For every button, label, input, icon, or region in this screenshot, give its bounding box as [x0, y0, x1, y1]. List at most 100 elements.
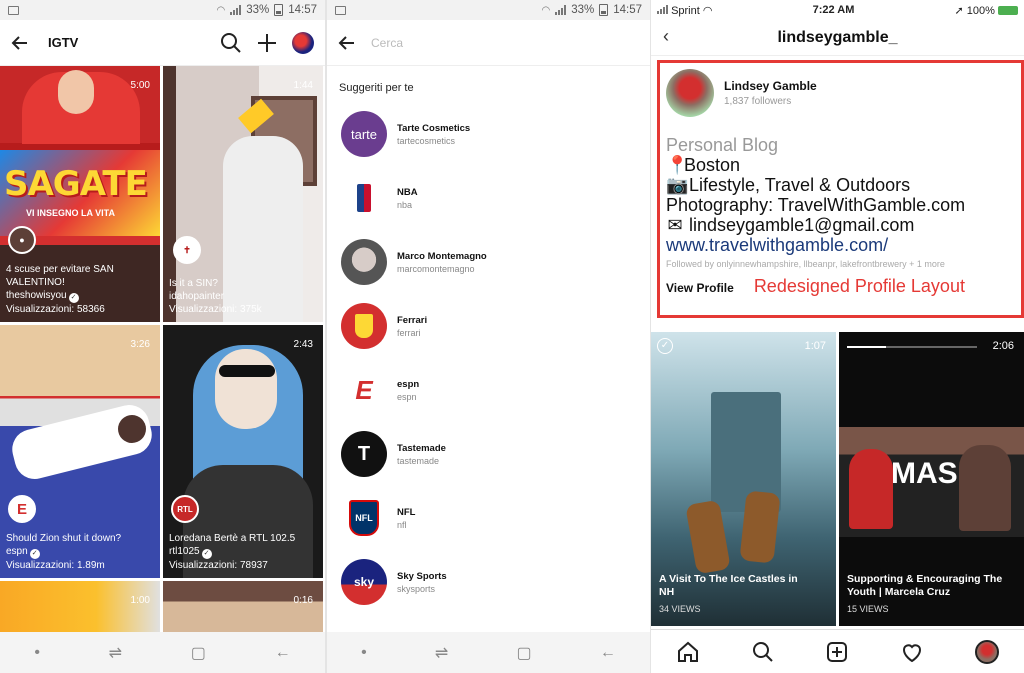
espn-channel-icon: E: [8, 495, 36, 523]
chevron-left-icon[interactable]: ‹: [663, 26, 669, 47]
account-name: NBA: [397, 186, 418, 198]
sky-sports-logo: sky: [341, 559, 387, 605]
verified-icon: ✓: [68, 293, 79, 303]
profile-card: Lindsey Gamble 1,837 followers Personal …: [657, 60, 1024, 318]
video-title: Should Zion shut it down?: [6, 533, 122, 544]
igtv-screen: ◠ 33% 14:57 IGTV SAGATE VI INSEGNO LA VI…: [0, 0, 325, 673]
bio-photography: Photography: TravelWithGamble.com: [666, 195, 966, 215]
suggestion-row[interactable]: Ferrari ferrari: [327, 294, 650, 358]
suggestion-row[interactable]: tarte Tarte Cosmetics tartecosmetics: [327, 102, 650, 166]
view-count: Visualizzazioni: 78937: [169, 560, 268, 571]
view-profile-button[interactable]: View Profile: [666, 281, 734, 295]
clock: 7:22 AM: [812, 4, 855, 16]
channel-name: idahopainter: [169, 291, 225, 302]
android-status-bar: ◠ 33% 14:57: [327, 0, 650, 20]
video-title: A Visit To The Ice Castles in NH: [659, 573, 798, 598]
channel-name: espn: [6, 546, 28, 557]
tarte-logo: tarte: [341, 111, 387, 157]
verified-icon: ✓: [201, 549, 212, 559]
battery-percent: 33%: [246, 4, 270, 16]
video-title: 4 scuse per evitare SAN VALENTINO!: [6, 264, 114, 288]
ios-tab-bar: [651, 629, 1024, 673]
add-icon[interactable]: [255, 31, 279, 55]
back-nav-icon[interactable]: ←: [600, 644, 616, 662]
bio-location: Boston: [684, 155, 741, 175]
video-caption: Should Zion shut it down? espn ✓ Visualiz…: [6, 532, 154, 572]
email-icon: ✉: [667, 215, 683, 235]
bio-interests: Lifestyle, Travel & Outdoors: [689, 175, 911, 195]
tastemade-logo: T: [341, 431, 387, 477]
suggestion-row[interactable]: sky Sky Sports skysports: [327, 550, 650, 614]
android-status-bar: ◠ 33% 14:57: [0, 0, 325, 20]
player-head: [118, 415, 146, 443]
view-count: Visualizzazioni: 1.89m: [6, 560, 105, 571]
view-count: 15 VIEWS: [847, 604, 889, 614]
video-tile[interactable]: 1:00: [0, 581, 160, 632]
pin-icon: 📍: [666, 155, 689, 175]
add-post-icon[interactable]: [825, 640, 849, 664]
ios-status-bar: Sprint ◠ 7:22 AM ➚ 100%: [651, 0, 1024, 20]
profile-bio: Personal Blog 📍Boston 📷 Lifestyle, Trave…: [666, 135, 1015, 255]
video-duration: 1:00: [130, 595, 150, 606]
bio-email: lindseygamble1@gmail.com: [689, 215, 915, 235]
banner-subtext: VI INSEGNO LA VITA: [26, 208, 116, 218]
heart-icon[interactable]: [900, 640, 924, 664]
suggestion-row[interactable]: Marco Montemagno marcomontemagno: [327, 230, 650, 294]
video-tile[interactable]: 2:43 RTL Loredana Bertè a RTL 102.5 rtl1…: [163, 325, 323, 578]
video-duration: 1:07: [804, 340, 826, 352]
recent-apps-icon[interactable]: ⇌: [435, 643, 448, 663]
video-caption: A Visit To The Ice Castles in NH 34 VIEW…: [659, 573, 809, 616]
suggestion-row[interactable]: T Tastemade tastemade: [327, 422, 650, 486]
home-square-icon[interactable]: ▢: [191, 643, 206, 663]
channel-name: rtl1025: [169, 546, 200, 557]
banner-graphic: SAGATE VI INSEGNO LA VITA: [0, 150, 160, 236]
wifi-icon: ◠: [541, 4, 551, 16]
search-input[interactable]: Cerca: [371, 36, 403, 50]
suggestion-row[interactable]: E espn espn: [327, 358, 650, 422]
android-nav-bar: • ⇌ ▢ ←: [327, 632, 650, 673]
profile-tab-avatar[interactable]: [974, 639, 999, 664]
video-caption: 4 scuse per evitare SAN VALENTINO! thesh…: [6, 263, 154, 316]
video-title: Loredana Bertè a RTL 102.5: [169, 533, 296, 544]
battery-percent: 100%: [966, 4, 995, 17]
presenter-face: [58, 70, 94, 114]
igtv-profile-screen: Sprint ◠ 7:22 AM ➚ 100% ‹ lindseygamble_…: [651, 0, 1024, 673]
video-tile[interactable]: 3:26 E Should Zion shut it down? espn ✓ V…: [0, 325, 160, 578]
search-icon[interactable]: [751, 640, 775, 664]
video-duration: 5:00: [130, 80, 150, 91]
search-icon[interactable]: [219, 31, 243, 55]
video-caption: Supporting & Encouraging The Youth | Mar…: [847, 573, 1019, 616]
back-arrow-icon[interactable]: [10, 33, 30, 53]
signal-icon: [555, 5, 567, 15]
account-handle: skysports: [397, 583, 436, 594]
espn-logo: E: [341, 367, 387, 413]
progress-fill: [847, 346, 886, 348]
account-handle: nba: [397, 199, 413, 210]
battery-percent: 33%: [571, 4, 595, 16]
signal-icon: [657, 4, 668, 14]
account-name: NFL: [397, 506, 416, 518]
screenshot-icon: [335, 5, 346, 15]
video-duration: 2:06: [992, 340, 1014, 352]
video-tile[interactable]: SAGATE VI INSEGNO LA VITA 5:00 ● 4 scuse…: [0, 66, 160, 322]
banner-text: SAGATE: [4, 164, 148, 204]
video-tile[interactable]: ✓ 1:07 A Visit To The Ice Castles in NH …: [651, 332, 836, 626]
website-link[interactable]: www.travelwithgamble.com/: [666, 235, 1015, 255]
home-icon[interactable]: [676, 640, 700, 664]
account-handle: nfl: [397, 519, 407, 530]
nav-dot-icon[interactable]: •: [361, 644, 367, 662]
check-icon: ✓: [657, 338, 673, 354]
rtl-channel-icon: RTL: [171, 495, 199, 523]
suggestion-row[interactable]: NFL NFL nfl: [327, 486, 650, 550]
home-square-icon[interactable]: ▢: [517, 643, 532, 663]
nav-dot-icon[interactable]: •: [34, 644, 40, 662]
profile-avatar[interactable]: [291, 31, 315, 55]
video-tile[interactable]: 1:44 ✝ Is it a SIN? idahopainter Visuali…: [163, 66, 323, 322]
back-nav-icon[interactable]: ←: [275, 644, 291, 662]
video-tile[interactable]: 2:06 MAS Supporting & Encouraging The Yo…: [839, 332, 1024, 626]
avatar[interactable]: [666, 69, 714, 117]
video-tile[interactable]: 0:16: [163, 581, 323, 632]
back-arrow-icon[interactable]: [337, 33, 357, 53]
recent-apps-icon[interactable]: ⇌: [109, 643, 122, 663]
suggestion-row[interactable]: NBA nba: [327, 166, 650, 230]
